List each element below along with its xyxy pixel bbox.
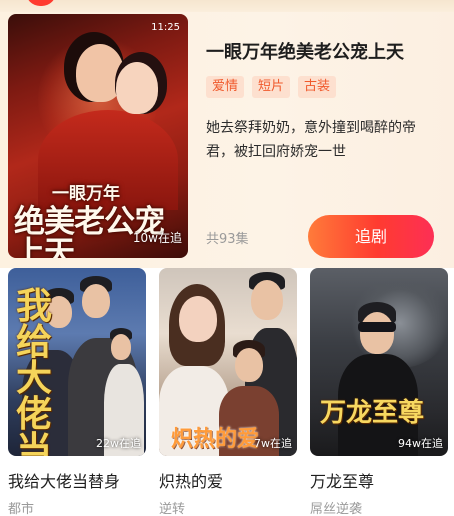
card-thumbnail[interactable]: 我给大佬当替身 22w在追 <box>8 268 146 456</box>
card-view-count: 22w在追 <box>96 437 141 450</box>
drama-card[interactable]: 万龙至尊 94w在追 万龙至尊 屌丝逆袭 <box>310 268 448 516</box>
featured-drama-panel[interactable]: 11:25 一眼万年 绝美老公宠上天 10w在追 一眼万年绝美老公宠上天 爱情 … <box>0 0 454 268</box>
featured-description: 她去祭拜奶奶，意外撞到喝醉的帝君，被扛回府娇宠一世 <box>206 120 416 160</box>
thumb-mask <box>358 322 396 332</box>
tag-costume[interactable]: 古装 <box>298 76 337 98</box>
featured-tags: 爱情 短片 古装 <box>206 76 337 98</box>
thumb-head <box>251 280 283 320</box>
card-thumbnail[interactable]: 炽热的爱 7w在追 <box>159 268 297 456</box>
thumb-head <box>111 334 131 360</box>
poster-view-count: 10w在追 <box>132 231 182 245</box>
thumb-head <box>82 284 110 318</box>
tag-romance[interactable]: 爱情 <box>206 76 245 98</box>
featured-title[interactable]: 一眼万年绝美老公宠上天 <box>206 38 404 64</box>
card-genre: 逆转 <box>159 502 186 516</box>
card-view-count: 7w在追 <box>254 437 292 450</box>
card-title[interactable]: 我给大佬当替身 <box>8 468 120 492</box>
featured-poster[interactable]: 11:25 一眼万年 绝美老公宠上天 10w在追 <box>8 14 188 258</box>
thumb-title-art: 万龙至尊 <box>320 398 425 428</box>
card-view-count: 94w在追 <box>398 437 443 450</box>
thumb-title-art: 我给大佬当替身 <box>16 285 53 456</box>
follow-button[interactable]: 追剧 <box>308 215 434 258</box>
card-thumbnail[interactable]: 万龙至尊 94w在追 <box>310 268 448 456</box>
poster-figure-female <box>116 62 158 114</box>
thumb-head <box>360 312 394 354</box>
drama-card[interactable]: 炽热的爱 7w在追 炽热的爱 逆转 <box>159 268 297 516</box>
card-title[interactable]: 炽热的爱 <box>159 468 223 492</box>
card-genre: 屌丝逆袭 <box>310 502 363 516</box>
thumb-head <box>235 348 263 382</box>
poster-time: 11:25 <box>151 22 180 33</box>
top-strip <box>0 0 454 12</box>
thumb-head <box>179 296 217 342</box>
card-title[interactable]: 万龙至尊 <box>310 468 374 492</box>
card-genre: 都市 <box>8 502 35 516</box>
tag-short[interactable]: 短片 <box>252 76 291 98</box>
thumb-title-art: 炽热的爱 <box>171 426 260 452</box>
poster-title-art: 一眼万年 绝美老公宠上天 <box>14 184 165 259</box>
episode-count: 共93集 <box>206 232 249 247</box>
drama-card[interactable]: 我给大佬当替身 22w在追 我给大佬当替身 都市 <box>8 268 146 516</box>
